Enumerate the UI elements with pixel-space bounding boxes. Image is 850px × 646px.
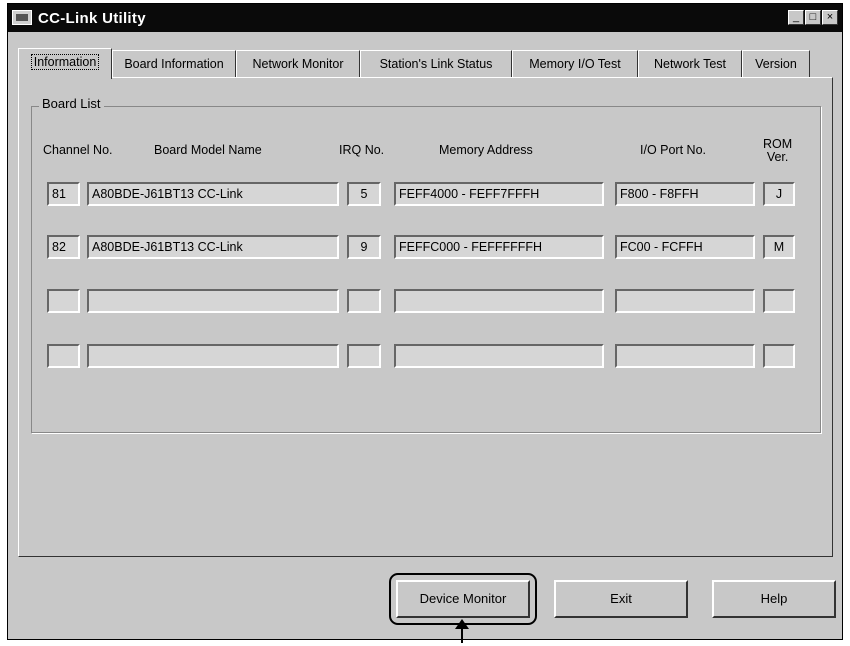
board-model-name-field — [87, 289, 339, 313]
maximize-icon[interactable]: □ — [805, 10, 821, 25]
channel-no-field: 81 — [47, 182, 80, 206]
tab-network-monitor[interactable]: Network Monitor — [236, 50, 360, 77]
title-bar: CC-Link Utility _ □ × — [8, 4, 842, 32]
tab-memory-io-test[interactable]: Memory I/O Test — [512, 50, 638, 77]
io-port-no-field: FC00 - FCFFH — [615, 235, 755, 259]
header-rom-ver: ROM Ver. — [763, 137, 793, 164]
help-button[interactable]: Help — [712, 580, 836, 618]
irq-no-field — [347, 289, 381, 313]
header-channel-no: Channel No. — [43, 143, 113, 157]
header-io-port-no: I/O Port No. — [640, 143, 706, 157]
memory-address-field — [394, 289, 604, 313]
board-model-name-field: A80BDE-J61BT13 CC-Link — [87, 182, 339, 206]
channel-no-field: 82 — [47, 235, 80, 259]
channel-no-field — [47, 289, 80, 313]
app-icon — [12, 10, 32, 25]
minimize-icon[interactable]: _ — [788, 10, 804, 25]
information-panel: Board List Channel No. Board Model Name … — [18, 77, 833, 557]
rom-ver-field: M — [763, 235, 795, 259]
cc-link-utility-window: CC-Link Utility _ □ × Information Board … — [7, 3, 843, 640]
tab-version[interactable]: Version — [742, 50, 810, 77]
rom-ver-field — [763, 289, 795, 313]
header-memory-address: Memory Address — [439, 143, 533, 157]
memory-address-field — [394, 344, 604, 368]
board-model-name-field — [87, 344, 339, 368]
io-port-no-field — [615, 344, 755, 368]
board-model-name-field: A80BDE-J61BT13 CC-Link — [87, 235, 339, 259]
rom-ver-field: J — [763, 182, 795, 206]
memory-address-field: FEFF4000 - FEFF7FFFH — [394, 182, 604, 206]
rom-ver-field — [763, 344, 795, 368]
tab-information[interactable]: Information — [18, 48, 112, 79]
arrow-shaft — [461, 625, 463, 643]
irq-no-field: 5 — [347, 182, 381, 206]
io-port-no-field — [615, 289, 755, 313]
close-icon[interactable]: × — [822, 10, 838, 25]
board-list-legend: Board List — [39, 96, 104, 111]
tab-network-test[interactable]: Network Test — [638, 50, 742, 77]
io-port-no-field: F800 - F8FFH — [615, 182, 755, 206]
channel-no-field — [47, 344, 80, 368]
header-irq-no: IRQ No. — [339, 143, 385, 157]
tab-board-information[interactable]: Board Information — [112, 50, 236, 77]
header-board-model-name: Board Model Name — [154, 143, 262, 157]
exit-button[interactable]: Exit — [554, 580, 688, 618]
irq-no-field — [347, 344, 381, 368]
irq-no-field: 9 — [347, 235, 381, 259]
device-monitor-callout — [389, 573, 537, 625]
window-title: CC-Link Utility — [38, 10, 146, 27]
memory-address-field: FEFFC000 - FEFFFFFFH — [394, 235, 604, 259]
tab-stations-link-status[interactable]: Station's Link Status — [360, 50, 512, 77]
